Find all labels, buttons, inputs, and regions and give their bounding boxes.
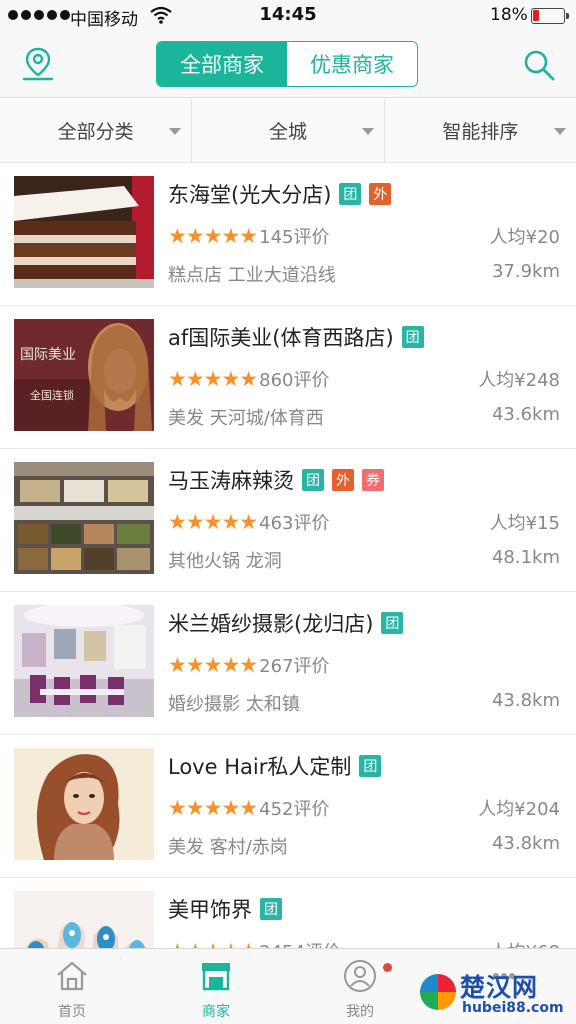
category-and-area: 美发 天河城/体育西 (168, 408, 324, 429)
review-count: 463评价 (259, 513, 330, 534)
tab-profile[interactable]: 我的 (300, 949, 420, 1024)
merchant-item[interactable]: 米兰婚纱摄影(龙归店) 团 ★★★★★ 267评价 婚纱摄影 太和镇 43.8k… (0, 592, 576, 735)
group-buy-badge: 团 (359, 755, 382, 777)
distance: 43.8km (491, 833, 560, 854)
average-price: 人均¥68 (490, 938, 560, 948)
watermark-title: 楚汉网 (460, 973, 539, 1002)
merchant-thumbnail-wedding (14, 605, 154, 717)
review-count: 860评价 (259, 370, 330, 391)
star-rating: ★★★★★ (168, 939, 258, 948)
filter-area-label: 全城 (268, 121, 307, 143)
group-buy-badge: 团 (339, 183, 362, 205)
category-and-area: 其他火锅 龙洞 (168, 551, 282, 572)
star-rating: ★★★★★ (168, 796, 258, 820)
average-price: 人均¥204 (478, 799, 560, 820)
caret-down-icon (169, 128, 182, 135)
group-buy-badge: 团 (260, 898, 282, 920)
group-buy-badge: 团 (381, 612, 404, 634)
status-bar: 中国移动 14:45 18% (0, 0, 576, 32)
distance: 43.8km (491, 690, 560, 711)
thumb-text: 全国连锁 (30, 388, 74, 402)
review-count: 2454评价 (259, 938, 341, 948)
merchant-item[interactable]: 美甲饰界 团 ★★★★★ 2454评价 人均¥68 (0, 878, 576, 948)
watermark: 楚汉网 hubei88.com (416, 966, 576, 1022)
merchant-name: af国际美业(体育西路店) (168, 326, 394, 350)
tab-home-label: 首页 (58, 1004, 86, 1020)
battery-percent: 18% (490, 5, 528, 25)
merchant-name: 美甲饰界 (168, 898, 252, 922)
shop-icon (202, 963, 230, 991)
review-count: 452评价 (259, 799, 330, 820)
tab-merchants[interactable]: 商家 (156, 949, 276, 1024)
caret-down-icon (361, 128, 374, 135)
notification-dot (383, 963, 392, 972)
distance: 37.9km (491, 261, 560, 282)
watermark-url: hubei88.com (462, 1000, 564, 1016)
watermark-logo-icon (420, 974, 456, 1010)
review-count: 267评价 (259, 656, 330, 677)
delivery-badge: 外 (332, 469, 354, 491)
category-and-area: 美发 客村/赤岗 (168, 837, 288, 858)
merchant-name: 马玉涛麻辣烫 (168, 469, 294, 493)
average-price: 人均¥248 (478, 370, 560, 391)
merchant-thumbnail-food (14, 462, 154, 574)
merchant-thumbnail-hair (14, 748, 154, 860)
segment-all-merchants[interactable]: 全部商家 (157, 42, 287, 86)
merchant-name: Love Hair私人定制 (168, 755, 352, 779)
star-rating: ★★★★★ (168, 367, 258, 391)
caret-down-icon (553, 128, 566, 135)
filter-area[interactable]: 全城 (191, 99, 383, 162)
tab-home[interactable]: 首页 (12, 949, 132, 1024)
filter-category-label: 全部分类 (57, 121, 134, 143)
delivery-badge: 外 (369, 183, 392, 205)
distance: 43.6km (491, 404, 560, 425)
merchant-item[interactable]: 马玉涛麻辣烫 团 外 券 ★★★★★ 463评价 人均¥15 其他火锅 龙洞 4… (0, 449, 576, 592)
merchant-name: 米兰婚纱摄影(龙归店) (168, 612, 374, 636)
merchant-segment-control: 全部商家 优惠商家 (156, 41, 418, 87)
average-price: 人均¥15 (489, 513, 560, 534)
filter-category[interactable]: 全部分类 (0, 99, 191, 162)
merchant-name: 东海堂(光大分店) (168, 183, 332, 207)
group-buy-badge: 团 (401, 326, 424, 348)
star-rating: ★★★★★ (168, 224, 258, 248)
review-count: 145评价 (259, 227, 330, 248)
merchant-item[interactable]: 国际美业 全国连锁 af国际美业(体育西路店) 团 ★★★★★ 860评价 人均… (0, 306, 576, 449)
merchant-item[interactable]: 东海堂(光大分店) 团 外 ★★★★★ 145评价 人均¥20 糕点店 工业大道… (0, 163, 576, 306)
battery-icon (531, 8, 569, 24)
tab-profile-label: 我的 (346, 1004, 374, 1020)
coupon-badge: 券 (362, 469, 384, 491)
merchant-list: 东海堂(光大分店) 团 外 ★★★★★ 145评价 人均¥20 糕点店 工业大道… (0, 163, 576, 948)
tab-merchants-label: 商家 (202, 1004, 230, 1020)
filter-bar: 全部分类 全城 智能排序 (0, 99, 576, 163)
filter-sort[interactable]: 智能排序 (383, 99, 576, 162)
merchant-thumbnail-salon: 国际美业 全国连锁 (14, 319, 154, 431)
location-pin-icon[interactable] (18, 44, 58, 84)
category-and-area: 糕点店 工业大道沿线 (168, 265, 336, 286)
search-icon[interactable] (520, 46, 558, 84)
star-rating: ★★★★★ (168, 510, 258, 534)
filter-sort-label: 智能排序 (442, 121, 519, 143)
merchant-thumbnail-nails (14, 891, 154, 948)
merchant-item[interactable]: Love Hair私人定制 团 ★★★★★ 452评价 人均¥204 美发 客村… (0, 735, 576, 878)
home-icon (57, 961, 87, 991)
star-rating: ★★★★★ (168, 653, 258, 677)
segment-discount-merchants[interactable]: 优惠商家 (287, 42, 417, 86)
merchant-thumbnail-cake (14, 176, 154, 288)
average-price: 人均¥20 (489, 227, 560, 248)
category-and-area: 婚纱摄影 太和镇 (168, 694, 300, 715)
distance: 48.1km (491, 547, 560, 568)
group-buy-badge: 团 (302, 469, 324, 491)
navigation-bar: 全部商家 优惠商家 (0, 32, 576, 98)
profile-icon (344, 960, 376, 992)
thumb-text: 国际美业 (20, 347, 76, 363)
